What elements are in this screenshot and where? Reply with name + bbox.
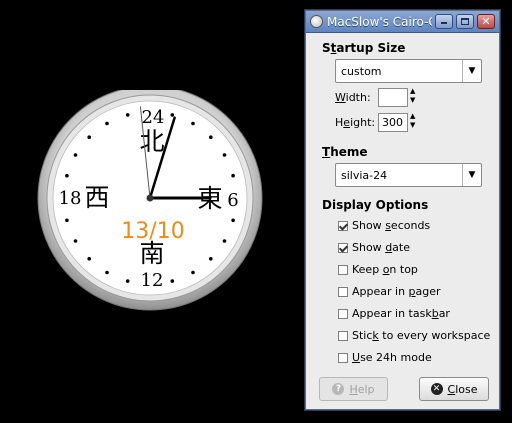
checkbox-box[interactable]: [338, 220, 348, 231]
checkbox-box[interactable]: [338, 242, 348, 253]
checkbox-label: Appear in taskbar: [352, 307, 450, 320]
chevron-down-icon: ▼: [462, 60, 481, 82]
clock-tick-dot: [105, 121, 109, 126]
width-input[interactable]: [378, 88, 408, 107]
startup-size-value: custom: [341, 64, 382, 78]
clock-tick-dot: [209, 135, 213, 139]
close-button[interactable]: ✕ Close: [419, 377, 489, 401]
clock-number-top: 24: [142, 107, 165, 128]
display-option-checkbox[interactable]: Appear in pager: [338, 285, 441, 298]
startup-size-heading: Startup Size: [322, 41, 406, 55]
clock-tick-dot: [125, 279, 130, 283]
clock-tick-dot: [65, 173, 69, 178]
checkbox-label: Stick to every workspace: [352, 329, 491, 342]
maximize-icon: [457, 15, 473, 28]
close-icon: ✕: [430, 383, 443, 395]
clock-tick-dot: [191, 270, 195, 275]
height-label: Height:: [335, 116, 376, 129]
width-label: Width:: [335, 91, 371, 104]
checkbox-label: Appear in pager: [352, 285, 441, 298]
checkbox-box[interactable]: [338, 330, 348, 341]
help-button[interactable]: ? Help: [319, 377, 388, 401]
clock-tick-dot: [222, 239, 227, 243]
clock-tick-dot: [222, 153, 227, 157]
theme-heading: Theme: [322, 145, 368, 159]
close-icon: ✕: [481, 15, 491, 28]
help-icon: ?: [332, 383, 345, 395]
checkbox-box[interactable]: [338, 352, 348, 363]
preferences-dialog: MacSlow's Cairo-Cl ✕ Startup Size custom…: [305, 10, 500, 410]
close-button-label: Close: [447, 382, 478, 396]
clock-tick-dot: [65, 218, 69, 223]
clock-date: 13/10: [121, 219, 184, 244]
clock-tick-dot: [231, 218, 235, 223]
dialog-titlebar[interactable]: MacSlow's Cairo-Cl ✕: [306, 11, 499, 33]
maximize-button[interactable]: [456, 14, 474, 29]
clock-number-bottom: 12: [141, 270, 164, 291]
clock-tick-dot: [87, 135, 91, 139]
checkbox-label: Show seconds: [352, 219, 431, 232]
clock-tick-dot: [209, 257, 213, 261]
checkbox-label: Show date: [352, 241, 410, 254]
clock-tick-dot: [125, 113, 130, 117]
app-icon[interactable]: [310, 15, 323, 28]
window-title: MacSlow's Cairo-Cl: [327, 14, 432, 29]
height-spin-arrows[interactable]: ▲ ▼: [410, 112, 419, 130]
clock-direction-west: 西: [84, 183, 109, 212]
clock-tick-dot: [231, 173, 235, 178]
display-option-checkbox[interactable]: Keep on top: [338, 263, 418, 276]
window-close-button[interactable]: ✕: [477, 14, 495, 29]
chevron-down-icon: ▼: [462, 164, 481, 186]
theme-combo[interactable]: silvia-24 ▼: [335, 163, 482, 187]
clock-tick-dot: [170, 113, 175, 117]
display-option-checkbox[interactable]: Stick to every workspace: [338, 329, 490, 342]
minimize-icon: [436, 15, 452, 28]
clock-tick-dot: [73, 239, 78, 243]
width-spin-arrows[interactable]: ▲ ▼: [410, 87, 419, 105]
display-options-heading: Display Options: [322, 198, 429, 212]
clock-tick-dot: [105, 270, 109, 275]
clock-tick-dot: [73, 153, 78, 157]
checkbox-box[interactable]: [338, 308, 348, 319]
display-option-checkbox[interactable]: Show date: [338, 241, 410, 254]
clock-number-right: 6: [227, 190, 238, 211]
height-input[interactable]: 300: [378, 113, 408, 132]
clock-number-left: 18: [59, 188, 82, 209]
display-option-checkbox[interactable]: Appear in taskbar: [338, 307, 450, 320]
clock-tick-dot: [87, 257, 91, 261]
clock-center-pin: [146, 194, 154, 202]
checkbox-label: Keep on top: [352, 263, 418, 276]
clock-widget[interactable]: 24 6 12 18 北 東 南 西 13/10: [35, 90, 265, 320]
display-option-checkbox[interactable]: Show seconds: [338, 219, 430, 232]
checkbox-box[interactable]: [338, 286, 348, 297]
clock-tick-dot: [170, 279, 175, 283]
startup-size-combo[interactable]: custom ▼: [335, 59, 482, 83]
checkbox-box[interactable]: [338, 264, 348, 275]
display-option-checkbox[interactable]: Use 24h mode: [338, 351, 432, 364]
checkbox-label: Use 24h mode: [352, 351, 432, 364]
theme-value: silvia-24: [341, 168, 388, 182]
minimize-button[interactable]: [435, 14, 453, 29]
clock-tick-dot: [191, 121, 195, 126]
help-button-label: Help: [349, 382, 375, 396]
